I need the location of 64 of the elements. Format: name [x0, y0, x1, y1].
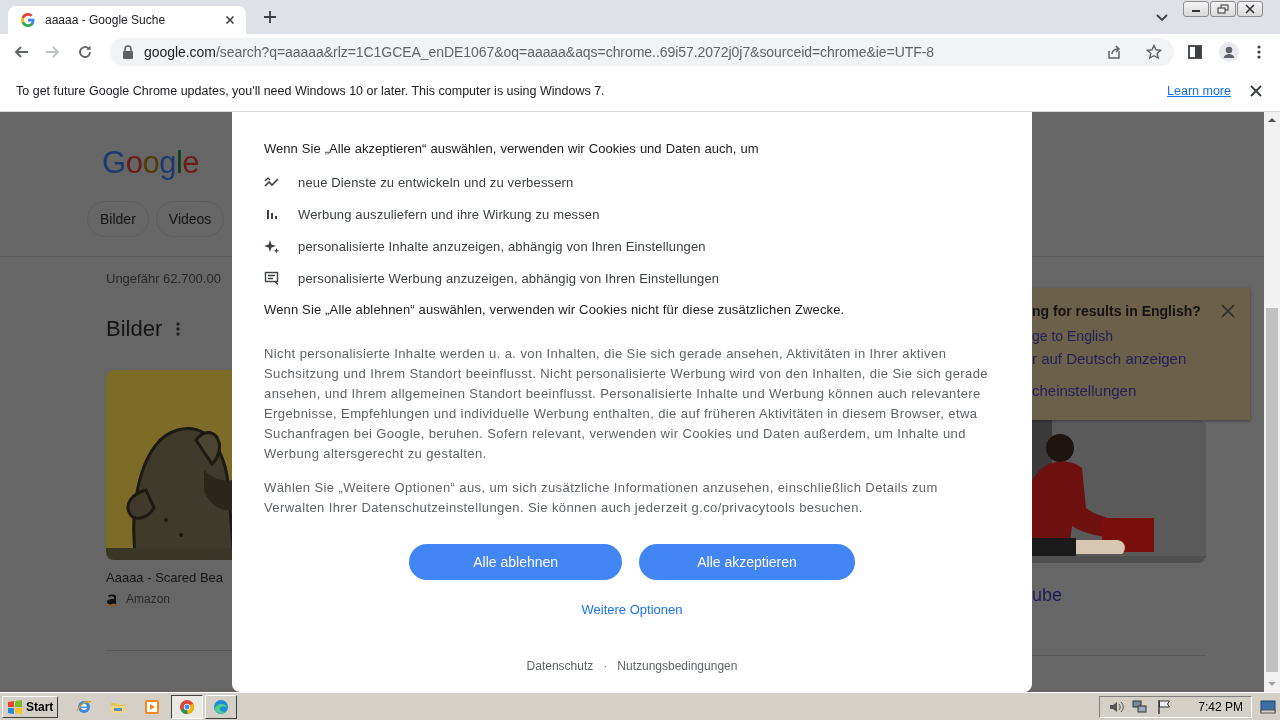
taskbar-button[interactable]: [171, 694, 204, 719]
learn-more-link[interactable]: Learn more: [1167, 83, 1231, 98]
info-paragraph: Wählen Sie „Weitere Optionen“ aus, um sich zusätzliche Informationen anzusehen, einschließlich Details zum Verwalten Ihrer Datenschutzeinstellungen. Sie können auch jederzeit g.co/privacytools besuchen.: [264, 479, 939, 517]
restore-icon: [1217, 4, 1229, 14]
g-logo-icon: [20, 12, 36, 28]
language-link[interactable]: r auf Deutsch anzeigen: [1032, 349, 1235, 369]
footer-link[interactable]: Datenschutz: [526, 658, 594, 674]
source-logo-icon: [106, 592, 118, 606]
reload-icon: [77, 44, 93, 60]
scrollbar-thumb[interactable]: [1266, 308, 1278, 672]
card-title: ng for results in English?: [1032, 302, 1201, 320]
share-icon[interactable]: [1106, 44, 1122, 60]
browser-icon: [179, 698, 196, 715]
clock[interactable]: 7:42 PM: [1198, 699, 1243, 714]
section-heading: Bilder: [106, 315, 163, 343]
consent-intro: Wenn Sie „Alle akzeptieren“ auswählen, verwenden wir Cookies und Daten auch, um: [264, 140, 760, 158]
ad-purpose-icon: [264, 270, 280, 286]
filter-chip[interactable]: Bilder: [87, 201, 149, 237]
close-button[interactable]: [1237, 1, 1263, 17]
new-tab-icon[interactable]: [263, 10, 277, 24]
decline-note: Wenn Sie „Alle ablehnen“ auswählen, verwenden wir Cookies nicht für diese zusätzlichen Zwecke.: [264, 301, 846, 319]
minimize-button[interactable]: [1183, 1, 1209, 17]
info-paragraph: Nicht personalisierte Inhalte werden u. a. von Inhalten, die Sie sich gerade ansehen, Aktivitäten in Ihrer aktiven Suchsitzung und Ihrem Standort beeinflusst. Nicht personalisierte Werbung wird von den Inhalten, die Sie sich gerade ansehen, und Ihrem allgemeinen Standort beeinflusst. Personalisierte Inhalte und Werbung können auch relevantere Ergebnisse, Empfehlungen und individuelle Werbung enthalten, die auf früheren Aktivitäten in diesem Browser, etwa Suchanfragen bei Google, beruhen. Sofern relevant, verwenden wir Cookies und Daten außerdem, um Inhalte und Werbung altersgerecht zu gestalten.: [264, 345, 989, 463]
filter-chip[interactable]: Videos: [155, 201, 225, 237]
more-options-link[interactable]: Weitere Optionen: [581, 601, 683, 619]
purpose-text: neue Dienste zu entwickeln und zu verbessern: [298, 174, 574, 190]
star-icon[interactable]: [1146, 44, 1162, 60]
start-button[interactable]: Start: [2, 695, 59, 718]
lock-icon: [122, 45, 134, 59]
close-icon: [1244, 4, 1256, 14]
chevron-down-icon[interactable]: [1156, 14, 1168, 22]
accept-all-button[interactable]: Alle akzeptieren: [639, 544, 855, 580]
close-icon[interactable]: [1249, 83, 1263, 98]
back-icon: [13, 44, 29, 60]
profile-icon[interactable]: [1219, 42, 1239, 62]
sparkle-purpose-icon: [264, 238, 280, 254]
show-desktop-icon[interactable]: [1260, 699, 1276, 714]
restore-button[interactable]: [1210, 1, 1236, 17]
flag-icon[interactable]: [1156, 698, 1173, 715]
google-logo: Google: [102, 145, 199, 181]
windows-flag-icon: [7, 699, 23, 714]
result-count: Ungefähr 62.700.00: [106, 270, 222, 288]
reject-all-button[interactable]: Alle ablehnen: [409, 544, 623, 580]
address-bar[interactable]: google.com/search?q=aaaaa&rlz=1C1GCEA_enDE1067&oq=aaaaa&aqs=chrome..69i57.2072j0j7&sourceid=chrome&ie=UTF-8: [110, 38, 1174, 66]
language-link[interactable]: cheinstellungen: [1032, 381, 1235, 401]
more-options-icon[interactable]: [176, 321, 181, 337]
purpose-text: personalisierte Inhalte anzuzeigen, abhängig von Ihren Einstellungen: [298, 238, 706, 254]
purpose-text: personalisierte Werbung anzuzeigen, abhängig von Ihren Einstellungen: [298, 270, 720, 286]
tab-title: aaaaa - Google Suche: [45, 13, 167, 27]
e-logo-icon[interactable]: [76, 698, 93, 715]
side-panel-icon[interactable]: [1187, 44, 1203, 60]
browser-tab[interactable]: aaaaa - Google Suche: [8, 6, 246, 34]
update-message: To get future Google Chrome updates, you'll need Windows 10 or later. This computer is using Windows 7.: [16, 83, 606, 98]
wave-icon: [213, 698, 230, 715]
video-result-title[interactable]: ube: [1032, 583, 1264, 607]
menu-icon[interactable]: [1257, 44, 1261, 60]
purpose-text: Werbung auszuliefern und ihre Wirkung zu messen: [298, 206, 600, 222]
separator-dot: ·: [603, 658, 608, 674]
image-result-title[interactable]: Aaaaa - Scared Bea: [106, 569, 232, 587]
source-name: Amazon: [126, 591, 171, 608]
footer-link[interactable]: Nutzungsbedingungen: [617, 658, 738, 674]
language-link[interactable]: ge to English: [1032, 327, 1235, 345]
network-icon[interactable]: [1132, 698, 1149, 715]
forward-icon: [45, 44, 61, 60]
